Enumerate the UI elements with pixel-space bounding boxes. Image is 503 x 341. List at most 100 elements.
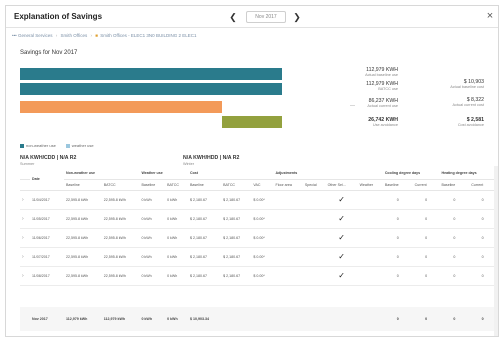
check-icon: ✓ — [325, 228, 358, 248]
expand-icon[interactable]: › — [20, 209, 30, 229]
header-cell[interactable]: Current — [469, 179, 496, 191]
check-icon: ✓ — [325, 190, 358, 210]
header-cell[interactable]: Current — [412, 179, 440, 191]
building-icon: ■ — [95, 33, 98, 38]
current-use-value: 86,237 KWH Actual current use — [367, 98, 398, 108]
cell: 22,595.8 kWh — [101, 209, 140, 229]
header-cell[interactable]: Special — [302, 179, 326, 191]
table-row[interactable]: › 11/04/2017 22,595.8 kWh 22,595.8 kWh 0… — [20, 190, 496, 210]
cell: 0 — [469, 190, 496, 210]
header-weather: Weather use — [139, 168, 188, 180]
cell: 0 — [412, 247, 440, 267]
cell: 22,595.8 kWh — [64, 190, 102, 210]
total-date: Nov 2017 — [30, 307, 64, 331]
header-cell[interactable]: VAC — [251, 179, 274, 191]
cell — [302, 307, 326, 331]
cell: 0 — [469, 247, 496, 267]
cell: $ 0.00* — [251, 247, 274, 267]
chevron-right-icon[interactable]: ❯ — [291, 10, 303, 24]
cell: 0 — [382, 247, 413, 267]
cell — [357, 247, 383, 267]
cost-label: Cost avoidance — [457, 123, 484, 127]
breadcrumb-item[interactable]: General Services — [18, 33, 53, 38]
cell: 0 — [412, 209, 440, 229]
cell: $ 2,180.67 — [187, 247, 222, 267]
table-row[interactable]: › 11/06/2017 22,595.8 kWh 22,595.8 kWh 0… — [20, 228, 496, 248]
cell: $ 0.00* — [251, 190, 274, 210]
expand-icon[interactable]: › — [20, 190, 30, 210]
expand-icon[interactable]: › — [20, 247, 30, 267]
cell: 0 — [439, 190, 470, 210]
header-cost: Cost — [187, 168, 274, 180]
header-cell[interactable]: Baseline — [382, 179, 413, 191]
close-icon[interactable]: × — [484, 9, 496, 23]
check-icon: ✓ — [325, 266, 358, 286]
cell: 0 — [412, 190, 440, 210]
value-label: Actual current use — [367, 104, 398, 108]
cell — [357, 307, 383, 331]
cell: 0 — [412, 307, 440, 331]
cell — [273, 209, 303, 229]
cell: $ 2,180.67 — [187, 266, 222, 286]
legend-swatch — [20, 143, 24, 148]
check-icon: ✓ — [325, 209, 358, 229]
cell — [251, 307, 274, 331]
header-cell[interactable]: BATCC — [165, 179, 188, 191]
cost-label: Actual current cost — [452, 103, 484, 107]
header-date[interactable]: Date — [30, 168, 64, 191]
savings-chart: 112,979 KWH Actual baseline use 112,979 … — [20, 61, 490, 136]
header-adjustments: Adjustments — [273, 168, 383, 180]
expand-icon[interactable]: › — [20, 266, 30, 286]
cell: 22,595.8 kWh — [64, 228, 102, 248]
cell-date: 11/06/2017 — [30, 228, 64, 248]
cell: 22,595.8 kWh — [101, 228, 140, 248]
header-cell[interactable]: Baseline — [139, 179, 166, 191]
batcc-use-bar — [20, 83, 282, 95]
dialog-header: Explanation of Savings ❮ Nov 2017 ❯ × — [6, 6, 498, 28]
cell: 22,595.8 kWh — [101, 190, 140, 210]
cell: 0 kWh — [165, 209, 188, 229]
breadcrumb-item[interactable]: Smith Offices - ELEC1 3N0 BUILDING 2 ELE… — [100, 33, 196, 38]
table-row[interactable]: › 11/08/2017 22,595.8 kWh 22,595.8 kWh 0… — [20, 266, 496, 286]
dash-separator: — — [350, 103, 355, 109]
cell — [302, 209, 326, 229]
cell: 112,979 kWh — [101, 307, 140, 331]
use-avoidance-value: 26,742 KWH Use avoidance — [368, 117, 398, 127]
table-row[interactable]: › 11/07/2017 22,595.8 kWh 22,595.8 kWh 0… — [20, 247, 496, 267]
breadcrumb: ••• General Services › Smith Offices › ■… — [12, 33, 196, 38]
summer-label: Summer — [20, 162, 35, 166]
cell: 22,595.8 kWh — [101, 266, 140, 286]
cell: 0 kWh — [165, 307, 188, 331]
scrollbar[interactable] — [494, 166, 498, 336]
table-spacer — [20, 285, 496, 307]
breadcrumb-separator: › — [55, 33, 58, 38]
cell: 0 — [439, 266, 470, 286]
use-avoidance-bar — [222, 116, 282, 128]
cell: $ 2,180.67 — [221, 209, 252, 229]
cell — [357, 190, 383, 210]
header-cell[interactable]: Other Sel... — [325, 179, 358, 191]
header-cell[interactable]: Baseline — [187, 179, 222, 191]
cost-label: Actual baseline cost — [450, 85, 484, 89]
period-select[interactable]: Nov 2017 — [246, 11, 286, 23]
batcc-use-value: 112,979 KWH BATCC use — [366, 81, 398, 91]
cell — [273, 247, 303, 267]
header-cell — [20, 168, 30, 180]
header-cell[interactable]: BATCC — [221, 179, 252, 191]
cell-date: 11/07/2017 — [30, 247, 64, 267]
cell-date: 11/08/2017 — [30, 266, 64, 286]
table-row[interactable]: › 11/05/2017 22,595.8 kWh 22,595.8 kWh 0… — [20, 209, 496, 229]
savings-table: Date Non-weather use Weather use Cost Ad… — [20, 168, 496, 331]
chevron-left-icon[interactable]: ❮ — [227, 10, 239, 24]
header-cell[interactable]: Weather — [357, 179, 383, 191]
current-use-bar — [20, 101, 222, 113]
breadcrumb-item[interactable]: Smith Offices — [61, 33, 88, 38]
header-cell[interactable]: Baseline — [439, 179, 470, 191]
header-cell[interactable]: Floor area — [273, 179, 303, 191]
cell: 0 — [382, 228, 413, 248]
chart-heading: Savings for Nov 2017 — [20, 50, 78, 56]
header-cell[interactable]: BATCC — [101, 179, 140, 191]
savings-dialog: Explanation of Savings ❮ Nov 2017 ❯ × ••… — [5, 5, 499, 337]
header-cell[interactable]: Baseline — [64, 179, 102, 191]
expand-icon[interactable]: › — [20, 228, 30, 248]
